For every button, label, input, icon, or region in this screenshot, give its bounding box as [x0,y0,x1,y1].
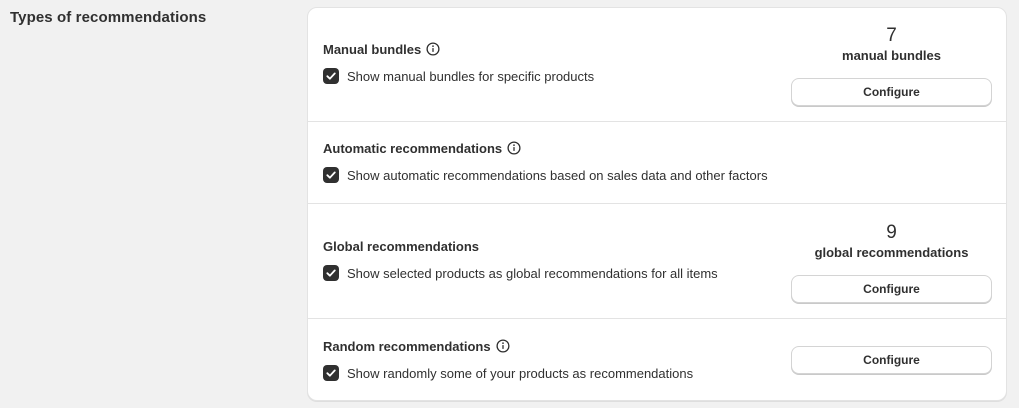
row-title-label: Random recommendations [323,338,491,354]
checkbox-label: Show selected products as global recomme… [347,265,718,281]
checkbox-manual-bundles[interactable] [323,68,339,84]
configure-global-recommendations-button[interactable]: Configure [791,275,992,303]
row-automatic-recommendations: Automatic recommendations Show automatic… [308,122,1006,204]
row-title-label: Manual bundles [323,41,422,57]
stat-manual-bundles: 7 manual bundles [791,25,992,63]
stat-label: manual bundles [842,48,941,63]
stat-label: global recommendations [814,245,969,260]
checkbox-global-recommendations[interactable] [323,265,339,281]
section-title: Types of recommendations [10,9,207,26]
row-random-recommendations: Random recommendations Show randomly som… [308,319,1006,400]
row-manual-bundles: Manual bundles Show manual bundles for s… [308,8,1006,122]
checkbox-row-automatic-recommendations[interactable]: Show automatic recommendations based on … [323,166,768,184]
checkbox-label: Show randomly some of your products as r… [347,365,694,381]
info-icon[interactable] [496,339,510,353]
info-icon[interactable] [426,42,440,56]
row-title-manual-bundles: Manual bundles [323,40,440,58]
row-title-label: Automatic recommendations [323,140,503,156]
checkmark-icon [326,369,336,377]
checkmark-icon [326,269,336,277]
info-icon[interactable] [507,141,521,155]
checkbox-row-random-recommendations[interactable]: Show randomly some of your products as r… [323,364,693,382]
row-title-automatic-recommendations: Automatic recommendations [323,139,521,157]
recommendations-card: Manual bundles Show manual bundles for s… [307,7,1007,401]
stat-global-recommendations: 9 global recommendations [791,222,992,260]
checkbox-label: Show automatic recommendations based on … [347,167,768,183]
configure-random-recommendations-button[interactable]: Configure [791,346,992,374]
checkbox-row-global-recommendations[interactable]: Show selected products as global recomme… [323,264,718,282]
checkmark-icon [326,72,336,80]
stat-number: 7 [886,25,897,46]
checkbox-row-manual-bundles[interactable]: Show manual bundles for specific product… [323,67,594,85]
row-title-label: Global recommendations [323,238,480,254]
checkmark-icon [326,171,336,179]
stat-number: 9 [886,222,897,243]
row-title-global-recommendations: Global recommendations [323,237,479,255]
row-title-random-recommendations: Random recommendations [323,337,510,355]
row-global-recommendations: Global recommendations Show selected pro… [308,204,1006,319]
checkbox-automatic-recommendations[interactable] [323,167,339,183]
checkbox-random-recommendations[interactable] [323,365,339,381]
configure-manual-bundles-button[interactable]: Configure [791,78,992,106]
checkbox-label: Show manual bundles for specific product… [347,68,595,84]
